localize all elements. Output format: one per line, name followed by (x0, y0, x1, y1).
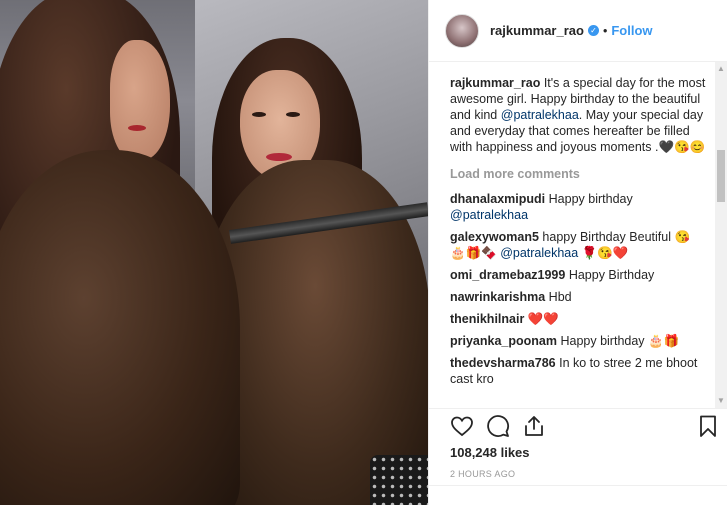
comment-text: Happy Birthday (568, 268, 655, 282)
bookmark-icon[interactable] (696, 414, 720, 438)
comment-bubble-icon[interactable] (486, 414, 510, 438)
post-caption: rajkummar_rao It's a special day for the… (450, 75, 706, 155)
load-more-comments-button[interactable]: Load more comments (450, 167, 706, 181)
post-header: rajkummar_rao ✓ • Follow (429, 0, 727, 62)
comment-item: thedevsharma786 In ko to stree 2 me bhoo… (450, 355, 706, 387)
divider (429, 485, 727, 486)
verified-badge-icon: ✓ (587, 25, 599, 36)
subject-lips (128, 125, 146, 131)
action-bar (450, 414, 720, 442)
comment-mention[interactable]: @patralekhaa (450, 208, 528, 222)
post-sidebar: rajkummar_rao ✓ • Follow rajkummar_rao I… (428, 0, 727, 505)
comment-text: Hbd (548, 290, 572, 304)
comment-username[interactable]: dhanalaxmipudi (450, 192, 545, 206)
comment-text: Happy birthday 🎂🎁 (560, 334, 680, 348)
heart-outline-icon[interactable] (450, 414, 474, 438)
comment-mention[interactable]: @patralekhaa (500, 246, 578, 260)
comment-username[interactable]: thedevsharma786 (450, 356, 556, 370)
caption-mention[interactable]: @patralekhaa (501, 108, 579, 122)
header-username[interactable]: rajkummar_rao (490, 23, 584, 38)
comment-item: dhanalaxmipudi Happy birthday @patralekh… (450, 191, 706, 223)
comment-username[interactable]: omi_dramebaz1999 (450, 268, 565, 282)
studded-bag (370, 455, 428, 505)
divider (429, 408, 727, 409)
comment-text: Happy birthday (548, 192, 633, 206)
comment-item: galexywoman5 happy Birthday Beutiful 😘 🎂… (450, 229, 706, 261)
scrollbar-thumb[interactable] (717, 150, 725, 202)
scroll-down-arrow-icon[interactable]: ▼ (717, 397, 725, 405)
post-timestamp[interactable]: 2 HOURS AGO (450, 469, 515, 479)
post-photo[interactable] (0, 0, 428, 505)
scroll-up-arrow-icon[interactable]: ▲ (717, 65, 725, 73)
comment-item: priyanka_poonam Happy birthday 🎂🎁 (450, 333, 706, 349)
avatar[interactable] (445, 13, 479, 48)
comment-username[interactable]: priyanka_poonam (450, 334, 557, 348)
reflection-eye-left (252, 112, 266, 117)
comment-text: ❤️❤️ (527, 312, 559, 326)
subject-fur-coat (0, 150, 240, 505)
comments-list[interactable]: rajkummar_rao It's a special day for the… (429, 62, 716, 408)
subject-face (110, 40, 170, 160)
follow-button[interactable]: Follow (611, 23, 652, 38)
comment-item: omi_dramebaz1999 Happy Birthday (450, 267, 706, 283)
share-icon[interactable] (522, 414, 546, 438)
comment-item: thenikhilnair ❤️❤️ (450, 311, 706, 327)
reflection-lips (266, 153, 292, 161)
instagram-post: rajkummar_rao ✓ • Follow rajkummar_rao I… (0, 0, 727, 505)
reflection-eye-right (286, 112, 300, 117)
likes-count[interactable]: 108,248 likes (450, 445, 530, 460)
comment-username[interactable]: thenikhilnair (450, 312, 524, 326)
comment-text-end: 🌹😘❤️ (581, 246, 629, 260)
comments-scrollbar[interactable]: ▲ ▼ (715, 62, 727, 408)
comment-username[interactable]: galexywoman5 (450, 230, 539, 244)
caption-username[interactable]: rajkummar_rao (450, 76, 540, 90)
separator-dot: • (602, 23, 608, 38)
comment-username[interactable]: nawrinkarishma (450, 290, 545, 304)
comment-item: nawrinkarishma Hbd (450, 289, 706, 305)
